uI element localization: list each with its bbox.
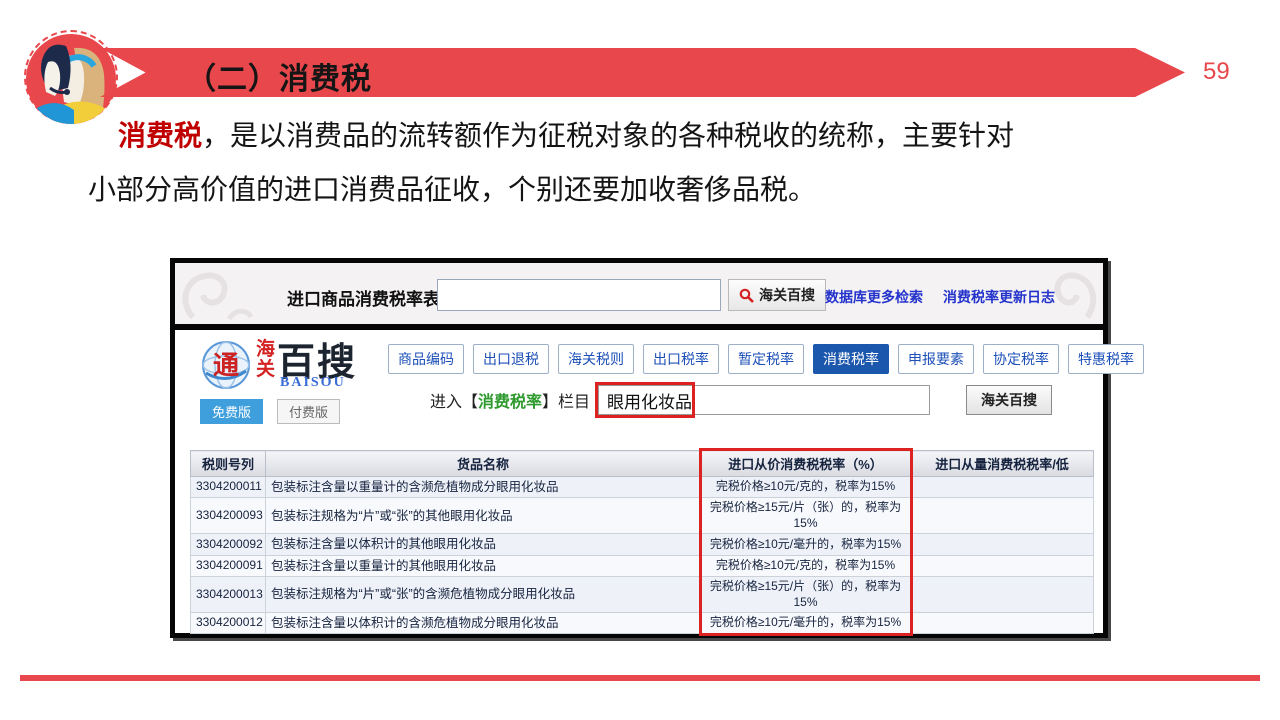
cell-spec (910, 575, 1094, 614)
cell-code: 3304200013 (190, 575, 266, 614)
column-header: 进口从价消费税税率（%） (700, 450, 911, 477)
table-row: 3304200092 包装标注含量以体积计的其他眼用化妆品 完税价格≥10元/毫升的… (190, 533, 1094, 556)
cell-rate: 完税价格≥15元/片（张）的，税率为15% (700, 497, 911, 535)
topbar-title: 进口商品消费税率表 (287, 290, 440, 309)
cell-rate: 完税价格≥10元/毫升的，税率为15% (700, 533, 911, 556)
search-submit-button[interactable]: 海关百搜 (966, 385, 1053, 415)
cell-name: 包装标注规格为“片”或“张”的其他眼用化妆品 (265, 497, 701, 535)
magnifier-icon (739, 288, 754, 303)
table-row: 3304200011 包装标注含量以重量计的含濒危植物成分眼用化妆品 完税价格≥10… (190, 475, 1094, 499)
page-title: （二）消费税 (186, 63, 372, 96)
topbar-links: 数据库更多检索 消费税率更新日志 (825, 287, 1055, 307)
logo-haiguan-text: 海关 (256, 339, 276, 380)
cell-spec (910, 475, 1094, 499)
paragraph-line-1-rest: ，是以消费品的流转额作为征税对象的各种税收的统称，主要针对 (202, 120, 1015, 151)
category-highlight: 消费税率 (478, 394, 543, 411)
nav-tab-申报要素[interactable]: 申报要素 (898, 344, 974, 374)
paragraph-line-2: 小部分高价值的进口消费品征收，个别还要加收奢侈品税。 (88, 174, 817, 205)
column-header: 税则号列 (190, 450, 266, 477)
nav-tab-商品编码[interactable]: 商品编码 (388, 344, 464, 374)
topbar-search-input[interactable] (437, 279, 721, 311)
table-row: 3304200012 包装标注含量以体积计的含濒危植物成分眼用化妆品 完税价格≥10… (190, 612, 1094, 635)
cell-code: 3304200092 (190, 533, 266, 556)
cell-rate: 完税价格≥15元/片（张）的，税率为15% (700, 575, 911, 614)
cell-code: 3304200011 (190, 475, 266, 499)
nav-tab-特惠税率[interactable]: 特惠税率 (1068, 344, 1144, 374)
cell-code: 3304200093 (190, 497, 266, 535)
cell-name: 包装标注含量以重量计的其他眼用化妆品 (265, 554, 701, 577)
cell-rate: 完税价格≥10元/毫升的，税率为15% (700, 612, 911, 635)
site-main: 通 海关 百搜 BAISOU 免费版 付费版 商品编码 出口退税 海关税则 出口税率暂… (175, 330, 1144, 637)
free-version-button[interactable]: 免费版 (200, 399, 264, 424)
logo-baisou-latin: BAISOU (280, 375, 346, 390)
link-database-more-search[interactable]: 数据库更多检索 (825, 287, 923, 307)
site-topbar: 进口商品消费税率表 海关百搜 数据库更多检索 消费税率更新日志 (175, 263, 1103, 330)
body-paragraph: 消费税，是以消费品的流转额作为征税对象的各种税收的统称，主要针对 小部分高价值的… (88, 122, 1163, 204)
table-row: 3304200013 包装标注规格为“片”或“张”的含濒危植物成分眼用化妆品 完税价… (190, 575, 1094, 614)
page-number: 59 (1203, 58, 1230, 85)
cell-name: 包装标注含量以体积计的其他眼用化妆品 (265, 533, 701, 556)
globe-seal-icon: 通 (202, 341, 250, 389)
category-search-row: 进入【消费税率】栏目 海关百搜 (430, 385, 1053, 415)
nav-tab-暂定税率[interactable]: 暂定税率 (728, 344, 804, 374)
nav-tabs: 商品编码 出口退税 海关税则 出口税率 暂定税率 消费税率 申报要素 协定税率 特惠税率 (388, 344, 1144, 374)
nav-tab-海关税则[interactable]: 海关税则 (558, 344, 634, 374)
cell-name: 包装标注含量以重量计的含濒危植物成分眼用化妆品 (265, 475, 701, 499)
table-row: 3304200091 包装标注含量以重量计的其他眼用化妆品 完税价格≥10元/克的，… (190, 554, 1094, 577)
keyword-input[interactable] (598, 385, 931, 415)
paid-version-button[interactable]: 付费版 (277, 399, 341, 424)
link-rate-update-log[interactable]: 消费税率更新日志 (943, 287, 1055, 307)
nav-tab-协定税率[interactable]: 协定税率 (983, 344, 1059, 374)
bottom-divider (20, 675, 1260, 681)
rates-table-body: 3304200011 包装标注含量以重量计的含濒危植物成分眼用化妆品 完税价格≥10… (190, 475, 1094, 635)
nav-tab-出口退税[interactable]: 出口退税 (473, 344, 549, 374)
enter-label: 进入【消费税率】栏目 (430, 394, 591, 411)
slide: （二）消费税 59 消费税，是以消费品的流转额作为征税对象的各种税收的统称，主要… (0, 0, 1280, 720)
cell-code: 3304200091 (190, 554, 266, 577)
website-screenshot-frame: 进口商品消费税率表 海关百搜 数据库更多检索 消费税率更新日志 通 海 关 百搜… (170, 258, 1144, 638)
nav-tab-出口税率[interactable]: 出口税率 (643, 344, 719, 374)
customer-service-avatar-icon (26, 34, 116, 124)
avatar (22, 26, 122, 130)
topbar-search-button[interactable]: 海关百搜 (728, 279, 826, 311)
floral-decoration-icon (182, 272, 254, 321)
baisou-logo: 通 海关 百搜 BAISOU 免费版 付费版 (200, 339, 370, 431)
cell-spec (910, 612, 1094, 635)
version-buttons: 免费版 付费版 (200, 399, 341, 424)
cell-rate: 完税价格≥10元/克的，税率为15% (700, 475, 911, 499)
cell-rate: 完税价格≥10元/克的，税率为15% (700, 554, 911, 577)
topbar-search-button-label: 海关百搜 (759, 287, 815, 303)
svg-text:通: 通 (213, 351, 239, 380)
column-header: 进口从量消费税税率/低 (910, 450, 1094, 477)
rates-table: 税则号列 货品名称 进口从价消费税税率（%） 进口从量消费税税率/低 33042000… (190, 450, 1094, 635)
cell-spec (910, 497, 1094, 535)
cell-spec (910, 533, 1094, 556)
nav-tab-消费税率[interactable]: 消费税率 (813, 344, 889, 374)
cell-name: 包装标注含量以体积计的含濒危植物成分眼用化妆品 (265, 612, 701, 635)
keyword-lead: 消费税 (118, 120, 203, 151)
cell-name: 包装标注规格为“片”或“张”的含濒危植物成分眼用化妆品 (265, 575, 701, 614)
table-row: 3304200093 包装标注规格为“片”或“张”的其他眼用化妆品 完税价格≥15元… (190, 497, 1094, 535)
column-header: 货品名称 (265, 450, 701, 477)
table-header-row: 税则号列 货品名称 进口从价消费税税率（%） 进口从量消费税税率/低 (190, 450, 1094, 477)
cell-spec (910, 554, 1094, 577)
cell-code: 3304200012 (190, 612, 266, 635)
paragraph-line-1: 消费税，是以消费品的流转额作为征税对象的各种税收的统称，主要针对 (88, 122, 1163, 150)
